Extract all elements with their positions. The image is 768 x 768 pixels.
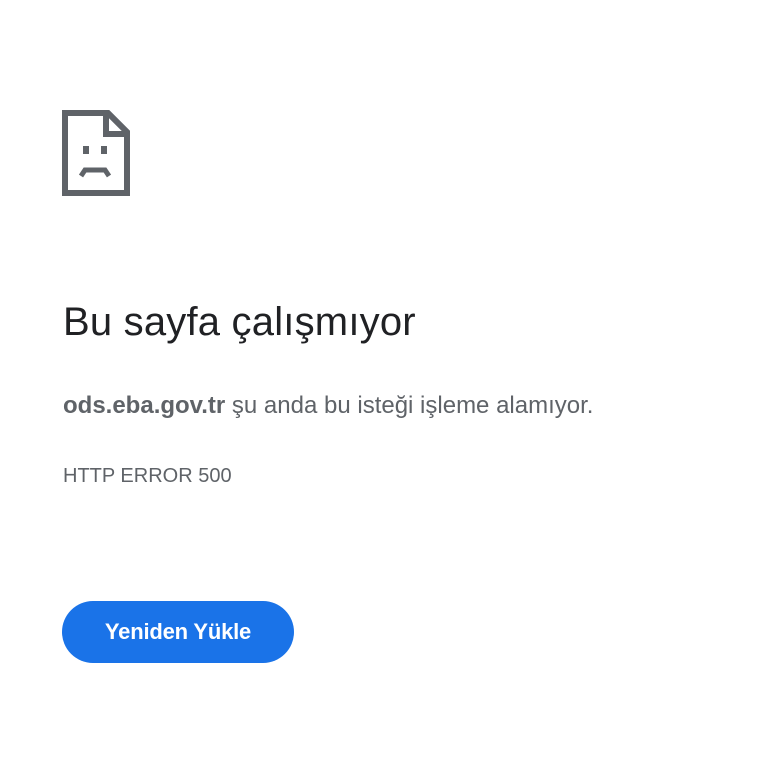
page-title: Bu sayfa çalışmıyor xyxy=(63,300,416,344)
error-code: HTTP ERROR 500 xyxy=(63,465,232,487)
error-message-text: şu anda bu isteği işleme alamıyor. xyxy=(225,392,594,419)
error-message: ods.eba.gov.tr şu anda bu isteği işleme … xyxy=(63,390,593,422)
host-name: ods.eba.gov.tr xyxy=(63,392,226,419)
reload-button[interactable]: Yeniden Yükle xyxy=(62,601,294,663)
sad-page-icon xyxy=(62,110,130,196)
